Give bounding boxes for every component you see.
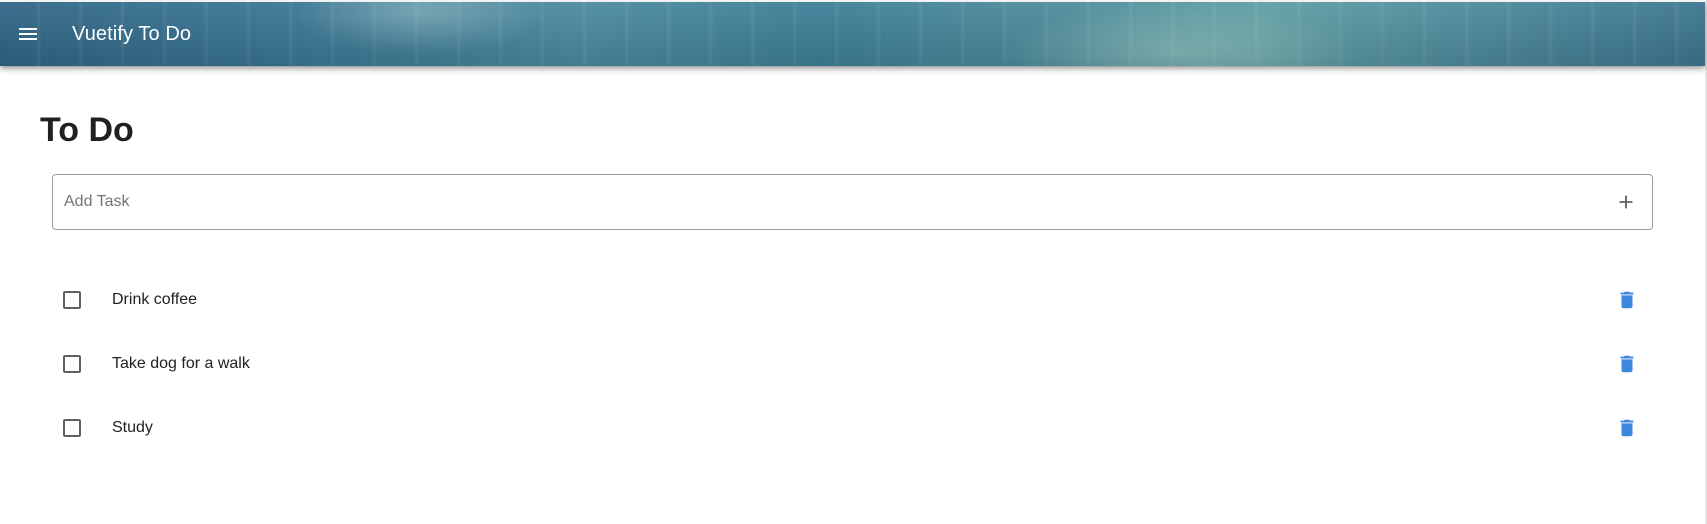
add-task-input[interactable]	[53, 175, 1606, 229]
add-task-button[interactable]	[1606, 182, 1646, 222]
task-label: Drink coffee	[112, 291, 198, 308]
page-title: To Do	[40, 111, 134, 149]
delete-task-button[interactable]	[1607, 344, 1647, 384]
trash-icon	[1620, 419, 1634, 437]
menu-button[interactable]	[4, 10, 52, 58]
task-label: Take dog for a walk	[112, 355, 250, 372]
task-checkbox[interactable]	[52, 408, 92, 448]
menu-icon	[19, 28, 37, 40]
add-task-field	[52, 174, 1653, 230]
task-item[interactable]: Drink coffee	[52, 268, 1653, 332]
delete-task-button[interactable]	[1607, 408, 1647, 448]
task-label: Study	[112, 419, 153, 436]
task-item[interactable]: Study	[52, 396, 1653, 460]
task-item[interactable]: Take dog for a walk	[52, 332, 1653, 396]
checkbox-unchecked-icon	[63, 291, 81, 309]
app-bar: Vuetify To Do	[0, 2, 1705, 66]
task-checkbox[interactable]	[52, 344, 92, 384]
task-list: Drink coffee Take dog for a walk Study	[52, 268, 1653, 460]
app-title: Vuetify To Do	[72, 22, 192, 45]
checkbox-unchecked-icon	[63, 419, 81, 437]
plus-icon	[1619, 195, 1633, 209]
trash-icon	[1620, 291, 1634, 309]
page: Vuetify To Do To Do Drink coffee	[0, 0, 1707, 524]
checkbox-unchecked-icon	[63, 355, 81, 373]
task-checkbox[interactable]	[52, 280, 92, 320]
trash-icon	[1620, 355, 1634, 373]
delete-task-button[interactable]	[1607, 280, 1647, 320]
